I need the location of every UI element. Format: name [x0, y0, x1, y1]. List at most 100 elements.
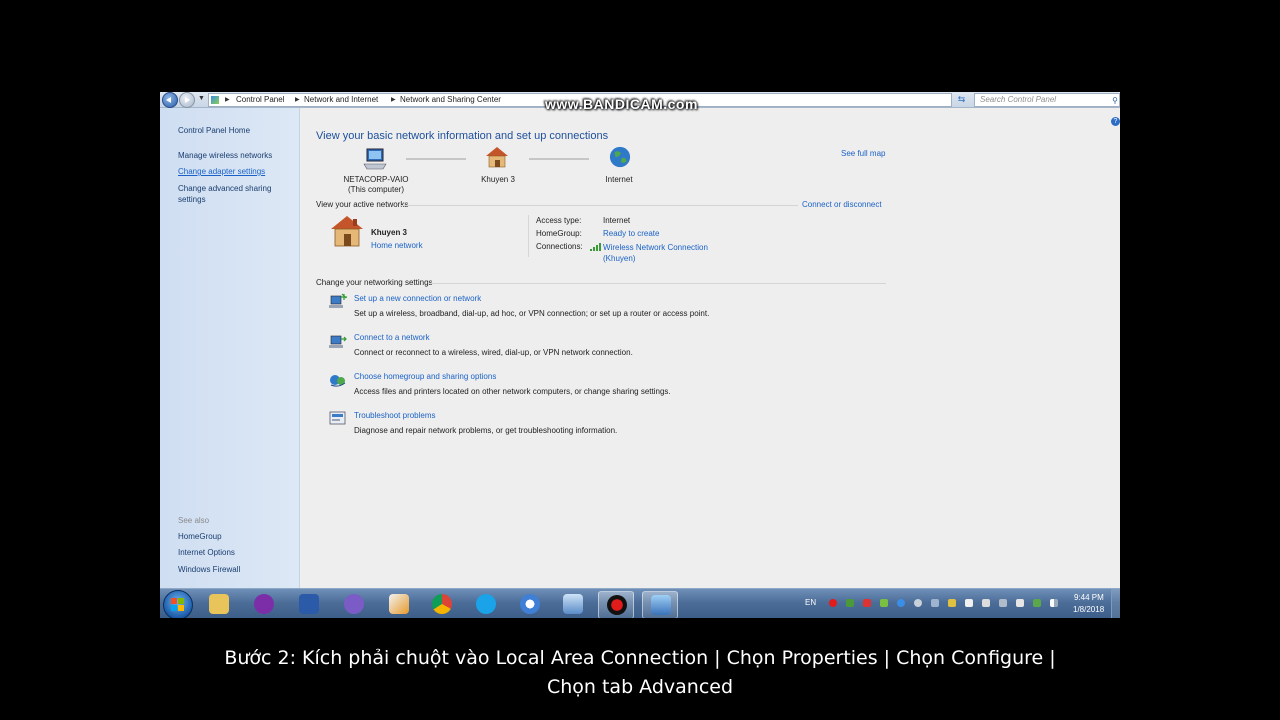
breadcrumb-separator-icon[interactable]: ▶: [391, 94, 396, 106]
tray-app-icon[interactable]: [948, 599, 956, 607]
network-type-link[interactable]: Home network: [371, 241, 423, 250]
start-button[interactable]: [163, 590, 193, 618]
breadcrumb-network-and-sharing-center[interactable]: Network and Sharing Center: [400, 94, 501, 106]
tray-display-icon[interactable]: [931, 599, 939, 607]
recent-pages-chevron-icon[interactable]: ▼: [198, 95, 205, 102]
forward-button[interactable]: [179, 92, 195, 108]
tray-v-icon[interactable]: [863, 599, 871, 607]
network-center-icon: [651, 595, 671, 615]
connection-name: Wireless Network Connection: [603, 243, 708, 252]
screen: ▼ ▶ Control Panel ▶ Network and Internet…: [160, 92, 1120, 618]
paint-icon: [563, 594, 583, 614]
volume-icon[interactable]: [1016, 599, 1024, 607]
divider: [528, 215, 529, 257]
homegroup-label: HomeGroup:: [536, 229, 582, 238]
tray-clock-icon[interactable]: [914, 599, 922, 607]
taskbar-notes-button[interactable]: [381, 591, 415, 617]
show-desktop-button[interactable]: [1111, 589, 1120, 618]
taskbar-bandicam-button[interactable]: [598, 591, 634, 618]
tray-device-icon[interactable]: [982, 599, 990, 607]
taskbar-explorer-button[interactable]: [201, 591, 235, 617]
caption-line-2: Chọn tab Advanced: [546, 676, 734, 698]
windows-logo-icon: [171, 605, 177, 611]
sidebar-item-label-line2: settings: [178, 195, 206, 204]
new-connection-icon: [329, 293, 347, 308]
language-indicator[interactable]: EN: [805, 598, 816, 607]
connect-or-disconnect-link[interactable]: Connect or disconnect: [802, 200, 882, 209]
see-also-internet-options[interactable]: Internet Options: [178, 547, 235, 558]
search-icon[interactable]: ⚲: [1112, 95, 1118, 107]
home-network-icon: [486, 147, 508, 168]
task-description: Access files and printers located on oth…: [354, 387, 671, 396]
refresh-icon[interactable]: ⇆: [955, 93, 968, 105]
connect-network-icon: [329, 335, 347, 348]
chromium-icon: [520, 594, 540, 614]
folder-icon: [209, 594, 229, 614]
homegroup-ready-link[interactable]: Ready to create: [603, 228, 659, 239]
troubleshoot-icon: [329, 411, 346, 425]
control-panel-icon: [211, 96, 219, 104]
tray-sync-icon[interactable]: [897, 599, 905, 607]
breadcrumb-control-panel[interactable]: Control Panel: [236, 94, 284, 106]
map-computer-sub: (This computer): [347, 185, 404, 194]
yahoo-messenger-icon: [254, 594, 274, 614]
sidebar-item-manage-wireless-networks[interactable]: Manage wireless networks: [178, 150, 272, 161]
help-icon[interactable]: ?: [1111, 117, 1120, 126]
tray-check-icon[interactable]: [880, 599, 888, 607]
computer-icon: [363, 148, 387, 170]
tray-record-icon[interactable]: [829, 599, 837, 607]
task-description: Connect or reconnect to a wireless, wire…: [354, 348, 633, 357]
see-also-heading: See also: [178, 516, 210, 525]
setup-new-connection-link[interactable]: Set up a new connection or network: [354, 294, 481, 303]
sidebar-item-control-panel-home[interactable]: Control Panel Home: [178, 125, 250, 136]
map-connection-line: [406, 158, 466, 160]
taskbar-network-center-button[interactable]: [642, 591, 678, 618]
taskbar-skype-button[interactable]: [468, 591, 502, 617]
task-description: Set up a wireless, broadband, dial-up, a…: [354, 309, 710, 318]
wifi-signal-icon[interactable]: [1050, 599, 1058, 607]
taskbar-chromium-button[interactable]: [512, 591, 546, 617]
breadcrumb-separator-icon[interactable]: ▶: [295, 94, 300, 106]
windows-logo-icon: [171, 598, 177, 604]
troubleshoot-problems-link[interactable]: Troubleshoot problems: [354, 411, 436, 420]
breadcrumb-network-and-internet[interactable]: Network and Internet: [304, 94, 378, 106]
search-input[interactable]: Search Control Panel ⚲: [974, 93, 1120, 107]
see-also-homegroup[interactable]: HomeGroup: [178, 531, 222, 542]
video-caption: Bước 2: Kích phải chuột vào Local Area C…: [0, 644, 1280, 702]
taskbar-paint-button[interactable]: [555, 591, 589, 617]
taskbar-chrome-button[interactable]: [424, 591, 458, 617]
breadcrumb-separator-icon[interactable]: ▶: [225, 94, 230, 106]
internet-globe-icon: [609, 146, 631, 168]
record-icon: [607, 595, 627, 615]
tray-monitor-icon[interactable]: [999, 599, 1007, 607]
clock-date[interactable]: 1/8/2018: [1073, 605, 1104, 614]
word-icon: [299, 594, 319, 614]
sidebar-item-label: Change advanced sharing: [178, 184, 272, 193]
tray-security-icon[interactable]: [846, 599, 854, 607]
map-computer-name: NETACORP-VAIO: [343, 175, 409, 184]
access-type-label: Access type:: [536, 216, 582, 225]
left-navigation-pane: Control Panel Home Manage wireless netwo…: [160, 108, 300, 588]
taskbar: EN 9:44 PM 1/8/2018: [160, 588, 1120, 618]
taskbar-viber-button[interactable]: [336, 591, 370, 617]
see-also-windows-firewall[interactable]: Windows Firewall: [178, 564, 240, 575]
tray-arrow-icon[interactable]: [1033, 599, 1041, 607]
homegroup-sharing-icon: [330, 375, 346, 387]
skype-icon: [476, 594, 496, 614]
access-type-value: Internet: [603, 216, 631, 225]
back-button[interactable]: [162, 92, 178, 108]
see-full-map-link[interactable]: See full map: [841, 149, 885, 158]
page-title: View your basic network information and …: [316, 130, 609, 142]
tray-flag-icon[interactable]: [965, 599, 973, 607]
choose-homegroup-link[interactable]: Choose homegroup and sharing options: [354, 372, 496, 381]
caption-line-1: Bước 2: Kích phải chuột vào Local Area C…: [224, 647, 1056, 669]
taskbar-word-button[interactable]: [291, 591, 325, 617]
viber-icon: [344, 594, 364, 614]
sidebar-item-change-advanced-sharing[interactable]: Change advanced sharing settings: [178, 183, 271, 205]
taskbar-yahoo-button[interactable]: [246, 591, 280, 617]
map-connection-line: [529, 158, 589, 160]
clock-time[interactable]: 9:44 PM: [1074, 593, 1104, 602]
wireless-network-connection-link[interactable]: Wireless Network Connection (Khuyen): [603, 242, 708, 264]
connect-to-network-link[interactable]: Connect to a network: [354, 333, 430, 342]
sidebar-item-change-adapter-settings[interactable]: Change adapter settings: [178, 166, 265, 177]
